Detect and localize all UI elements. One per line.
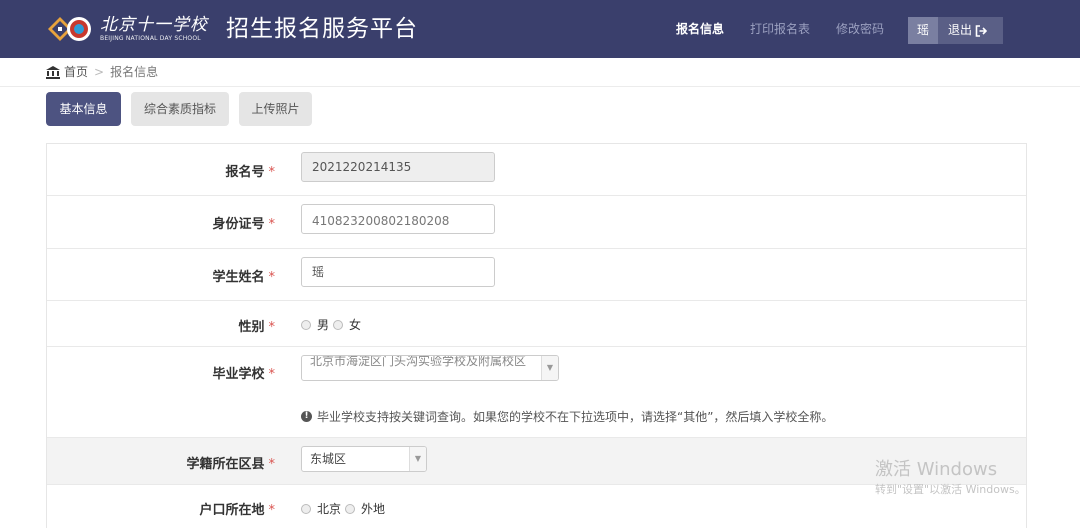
- windows-activation-title: 激活 Windows: [875, 459, 998, 480]
- tab-basic-info[interactable]: 基本信息: [46, 92, 121, 126]
- sign-out-icon: [975, 24, 988, 37]
- top-navbar: 北京十一学校 BEIJING NATIONAL DAY SCHOOL 招生报名服…: [0, 0, 1080, 58]
- school-select-value: 北京市海淀区门头沟实验学校及附属校区: [310, 355, 527, 368]
- school-hint-text: 毕业学校支持按关键词查询。如果您的学校不在下拉选项中，请选择“其他”，然后填入学…: [317, 410, 834, 424]
- school-select[interactable]: 北京市海淀区门头沟实验学校及附属校区 ▼: [301, 355, 559, 381]
- student-name-label-text: 学生姓名: [212, 270, 265, 285]
- gender-label-text: 性别: [238, 320, 265, 335]
- logout-button[interactable]: 退出: [948, 17, 988, 44]
- required-mark: *: [268, 457, 276, 472]
- required-mark: *: [268, 367, 276, 382]
- form-row-reg-no: 报名号 * 2021220214135: [47, 144, 1026, 196]
- hukou-beijing-label[interactable]: 北京: [317, 500, 341, 517]
- gender-female-radio[interactable]: [333, 319, 344, 330]
- hukou-other-radio[interactable]: [345, 503, 356, 514]
- gender-male-radio[interactable]: [301, 319, 311, 330]
- hukou-label-text: 户口所在地: [199, 503, 265, 518]
- tab-upload-photo[interactable]: 上传照片: [239, 92, 312, 126]
- school-label-text: 毕业学校: [212, 367, 265, 382]
- chevron-down-icon: ▼: [541, 356, 558, 380]
- hukou-label: 户口所在地 *: [199, 499, 275, 518]
- breadcrumb-home-link[interactable]: 首页: [64, 64, 88, 80]
- breadcrumb-separator: >: [94, 65, 105, 79]
- student-name-label: 学生姓名 *: [212, 266, 275, 285]
- school-label: 毕业学校 *: [212, 363, 275, 382]
- id-no-label: 身份证号 *: [212, 213, 275, 232]
- reg-no-field[interactable]: 2021220214135: [301, 152, 495, 182]
- gender-female-label[interactable]: 女: [349, 316, 361, 333]
- nav-registration-info[interactable]: 报名信息: [676, 21, 724, 37]
- gender-label: 性别 *: [238, 316, 275, 335]
- district-select[interactable]: 东城区 ▼: [301, 446, 427, 472]
- tab-quality-indicators[interactable]: 综合素质指标: [131, 92, 229, 126]
- school-emblem-icon: [48, 17, 91, 41]
- reg-no-label-text: 报名号: [225, 165, 265, 180]
- reg-no-label: 报名号 *: [225, 161, 275, 180]
- nav-change-password[interactable]: 修改密码: [836, 21, 884, 37]
- site-title: 招生报名服务平台: [226, 16, 418, 42]
- district-label-text: 学籍所在区县: [186, 457, 265, 472]
- windows-activation-subtitle: 转到"设置"以激活 Windows。: [875, 483, 1026, 496]
- form-row-school: 毕业学校 * 北京市海淀区门头沟实验学校及附属校区 ▼ ! 毕业学校支持按关键词查…: [47, 347, 1026, 438]
- required-mark: *: [268, 270, 276, 285]
- chevron-down-icon: ▼: [409, 447, 426, 471]
- user-name[interactable]: 瑶: [908, 17, 938, 44]
- logout-label: 退出: [948, 23, 973, 37]
- student-name-field[interactable]: 瑶: [301, 257, 495, 287]
- form-row-student-name: 学生姓名 * 瑶: [47, 249, 1026, 301]
- hukou-radio-group: 北京 外地: [301, 500, 389, 517]
- id-no-label-text: 身份证号: [212, 217, 265, 232]
- exclamation-circle-icon: !: [301, 411, 312, 422]
- form-row-id-no: 身份证号 * 410823200802180208: [47, 196, 1026, 249]
- required-mark: *: [268, 320, 276, 335]
- gender-male-label[interactable]: 男: [317, 316, 329, 333]
- district-select-value: 东城区: [310, 452, 347, 466]
- school-logo[interactable]: 北京十一学校 BEIJING NATIONAL DAY SCHOOL: [46, 9, 224, 49]
- required-mark: *: [268, 217, 276, 232]
- required-mark: *: [268, 503, 276, 518]
- bank-home-icon: [46, 65, 60, 79]
- nav-print-form[interactable]: 打印报名表: [750, 21, 810, 37]
- hukou-other-label[interactable]: 外地: [361, 500, 385, 517]
- form-row-gender: 性别 * 男 女: [47, 301, 1026, 347]
- breadcrumb-current: 报名信息: [110, 65, 159, 79]
- breadcrumb: 首页 > 报名信息: [0, 58, 1080, 87]
- logo-english-text: BEIJING NATIONAL DAY SCHOOL: [100, 35, 201, 42]
- logo-chinese-text: 北京十一学校: [100, 15, 208, 35]
- required-mark: *: [268, 165, 276, 180]
- gender-radio-group: 男 女: [301, 316, 365, 333]
- id-no-field[interactable]: 410823200802180208: [301, 204, 495, 234]
- hukou-beijing-radio[interactable]: [301, 503, 311, 514]
- school-hint: ! 毕业学校支持按关键词查询。如果您的学校不在下拉选项中，请选择“其他”，然后填…: [301, 408, 833, 425]
- district-label: 学籍所在区县 *: [186, 453, 275, 472]
